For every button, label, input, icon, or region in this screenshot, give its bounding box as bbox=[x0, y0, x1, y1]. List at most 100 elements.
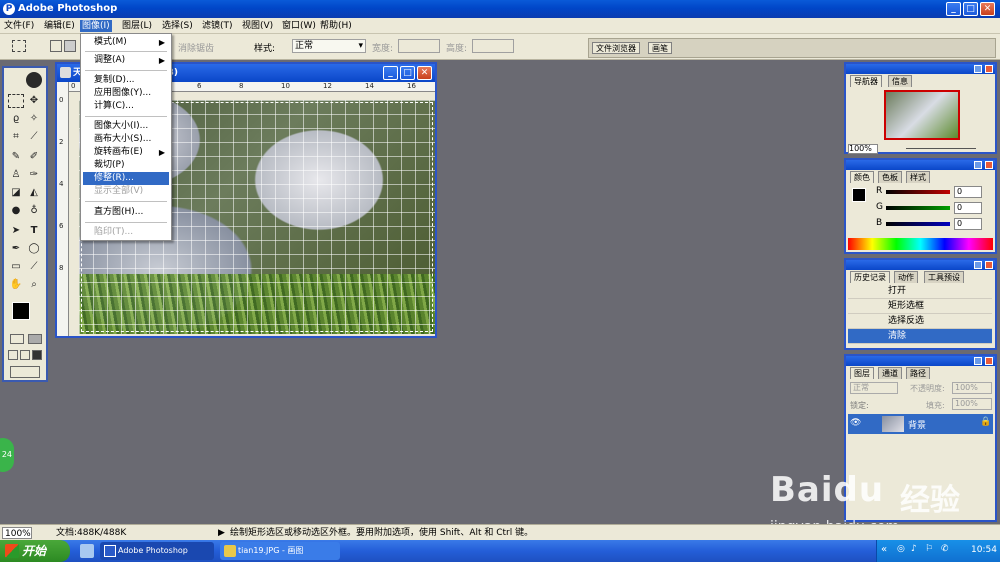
path-select-tool-icon[interactable]: ➤ bbox=[8, 224, 24, 238]
menu-item-mode[interactable]: 模式(M) ▶ bbox=[83, 36, 169, 49]
menu-item-image-size[interactable]: 图像大小(I)... bbox=[83, 120, 169, 133]
tab-paths[interactable]: 路径 bbox=[906, 367, 930, 379]
slice-tool-icon[interactable]: ⟋ bbox=[26, 130, 42, 144]
blue-slider[interactable] bbox=[886, 222, 950, 226]
menu-file[interactable]: 文件(F) bbox=[2, 20, 36, 32]
document-maximize-button[interactable]: □ bbox=[400, 66, 415, 80]
quick-mask-icon[interactable] bbox=[28, 334, 42, 344]
maximize-button[interactable]: □ bbox=[963, 2, 978, 16]
tab-navigator[interactable]: 导航器 bbox=[850, 75, 882, 87]
menu-select[interactable]: 选择(S) bbox=[160, 20, 195, 32]
magic-wand-tool-icon[interactable]: ✧ bbox=[26, 112, 42, 126]
tab-tool-presets[interactable]: 工具预设 bbox=[924, 271, 964, 283]
start-button[interactable]: 开始 bbox=[0, 540, 70, 562]
tab-swatches[interactable]: 色板 bbox=[878, 171, 902, 183]
zoom-tool-icon[interactable]: ⌕ bbox=[26, 278, 42, 292]
tab-channels[interactable]: 通道 bbox=[878, 367, 902, 379]
volume-icon[interactable]: ♪ bbox=[911, 544, 917, 554]
clone-stamp-tool-icon[interactable]: ♙ bbox=[8, 168, 24, 182]
menu-window[interactable]: 窗口(W) bbox=[280, 20, 318, 32]
add-selection-icon[interactable] bbox=[64, 40, 76, 52]
tab-styles[interactable]: 样式 bbox=[906, 171, 930, 183]
green-value-field[interactable]: 0 bbox=[954, 202, 982, 214]
dodge-tool-icon[interactable]: ♁ bbox=[26, 204, 42, 218]
menu-image[interactable]: 图像(I) bbox=[80, 20, 112, 32]
layer-row-background[interactable]: 👁 背景 🔒 bbox=[848, 414, 993, 434]
eyedropper-tool-icon[interactable]: ⟋ bbox=[26, 260, 42, 274]
tab-color[interactable]: 颜色 bbox=[850, 171, 874, 183]
menu-item-crop[interactable]: 裁切(P) bbox=[83, 159, 169, 172]
opacity-field[interactable]: 100% bbox=[952, 382, 992, 394]
document-close-button[interactable]: ✕ bbox=[417, 66, 432, 80]
notes-tool-icon[interactable]: ▭ bbox=[8, 260, 24, 274]
menu-item-rotate-canvas[interactable]: 旋转画布(E) ▶ bbox=[83, 146, 169, 159]
taskbar-photoshop[interactable]: Adobe Photoshop bbox=[100, 542, 214, 560]
ime-icon[interactable]: ✆ bbox=[941, 544, 949, 554]
move-tool-icon[interactable]: ✥ bbox=[26, 94, 42, 108]
paint-bucket-tool-icon[interactable]: ◭ bbox=[26, 186, 42, 200]
panel-minimize-button[interactable] bbox=[974, 261, 982, 269]
foreground-color-swatch[interactable] bbox=[12, 302, 30, 320]
zoom-field[interactable]: 100% bbox=[2, 527, 32, 539]
crop-tool-icon[interactable]: ⌗ bbox=[8, 130, 24, 144]
menu-item-canvas-size[interactable]: 画布大小(S)... bbox=[83, 133, 169, 146]
brush-tool-icon[interactable]: ✐ bbox=[26, 150, 42, 164]
new-selection-icon[interactable] bbox=[50, 40, 62, 52]
height-field[interactable] bbox=[472, 39, 514, 53]
menu-item-reveal-all[interactable]: 显示全部(V) bbox=[83, 185, 169, 198]
fill-field[interactable]: 100% bbox=[952, 398, 992, 410]
red-value-field[interactable]: 0 bbox=[954, 186, 982, 198]
tab-actions[interactable]: 动作 bbox=[894, 271, 918, 283]
menu-item-trap[interactable]: 陷印(T)... bbox=[83, 226, 169, 239]
color-foreground-swatch[interactable] bbox=[852, 188, 866, 202]
healing-brush-tool-icon[interactable]: ✎ bbox=[8, 150, 24, 164]
blur-tool-icon[interactable]: ● bbox=[8, 204, 24, 218]
taskbar-paint[interactable]: tian19.JPG - 画图 bbox=[220, 542, 340, 560]
pen-tool-icon[interactable]: ✒ bbox=[8, 242, 24, 256]
marquee-preset-icon[interactable] bbox=[12, 40, 26, 52]
screen-mode-standard-icon[interactable] bbox=[8, 350, 18, 360]
menu-item-calculations[interactable]: 计算(C)... bbox=[83, 100, 169, 113]
menu-help[interactable]: 帮助(H) bbox=[318, 20, 354, 32]
eye-icon[interactable]: 👁 bbox=[850, 418, 861, 428]
tab-info[interactable]: 信息 bbox=[888, 75, 912, 87]
width-field[interactable] bbox=[398, 39, 440, 53]
network-icon[interactable]: ◎ bbox=[897, 544, 905, 554]
hand-tool-icon[interactable]: ✋ bbox=[8, 278, 24, 292]
type-tool-icon[interactable]: T bbox=[26, 224, 42, 238]
panel-minimize-button[interactable] bbox=[974, 357, 982, 365]
menu-item-adjust[interactable]: 调整(A) ▶ bbox=[83, 54, 169, 67]
history-item[interactable]: 打开 bbox=[848, 284, 992, 299]
screen-mode-full-menu-icon[interactable] bbox=[20, 350, 30, 360]
menu-item-apply-image[interactable]: 应用图像(Y)... bbox=[83, 87, 169, 100]
screen-mode-full-icon[interactable] bbox=[32, 350, 42, 360]
security-icon[interactable]: ⚐ bbox=[925, 544, 933, 554]
tab-brushes[interactable]: 画笔 bbox=[648, 42, 672, 54]
style-select[interactable]: 正常 ▾ bbox=[292, 39, 366, 53]
marquee-tool-icon[interactable] bbox=[8, 94, 24, 108]
panel-minimize-button[interactable] bbox=[974, 65, 982, 73]
doc-info[interactable]: 文档:488K/488K bbox=[56, 527, 126, 539]
panel-close-button[interactable] bbox=[985, 261, 993, 269]
menu-filter[interactable]: 滤镜(T) bbox=[200, 20, 235, 32]
tab-history[interactable]: 历史记录 bbox=[850, 271, 890, 283]
clock[interactable]: 10:54 bbox=[971, 545, 997, 555]
eraser-tool-icon[interactable]: ◪ bbox=[8, 186, 24, 200]
document-minimize-button[interactable]: _ bbox=[383, 66, 398, 80]
jump-to-imageready-icon[interactable] bbox=[10, 366, 40, 378]
tab-layers[interactable]: 图层 bbox=[850, 367, 874, 379]
history-item-current[interactable]: 清除 bbox=[848, 329, 992, 344]
navigator-thumbnail[interactable] bbox=[884, 90, 960, 140]
menu-item-duplicate[interactable]: 复制(D)... bbox=[83, 74, 169, 87]
blend-mode-select[interactable]: 正常 bbox=[850, 382, 898, 394]
blue-value-field[interactable]: 0 bbox=[954, 218, 982, 230]
menu-edit[interactable]: 编辑(E) bbox=[42, 20, 77, 32]
shape-tool-icon[interactable]: ◯ bbox=[26, 242, 42, 256]
menu-item-histogram[interactable]: 直方图(H)... bbox=[83, 206, 169, 219]
panel-close-button[interactable] bbox=[985, 357, 993, 365]
menu-view[interactable]: 视图(V) bbox=[240, 20, 275, 32]
triangle-icon[interactable]: ▶ bbox=[218, 527, 225, 539]
color-ramp[interactable] bbox=[848, 238, 993, 250]
tab-file-browser[interactable]: 文件浏览器 bbox=[592, 42, 640, 54]
history-brush-tool-icon[interactable]: ✑ bbox=[26, 168, 42, 182]
